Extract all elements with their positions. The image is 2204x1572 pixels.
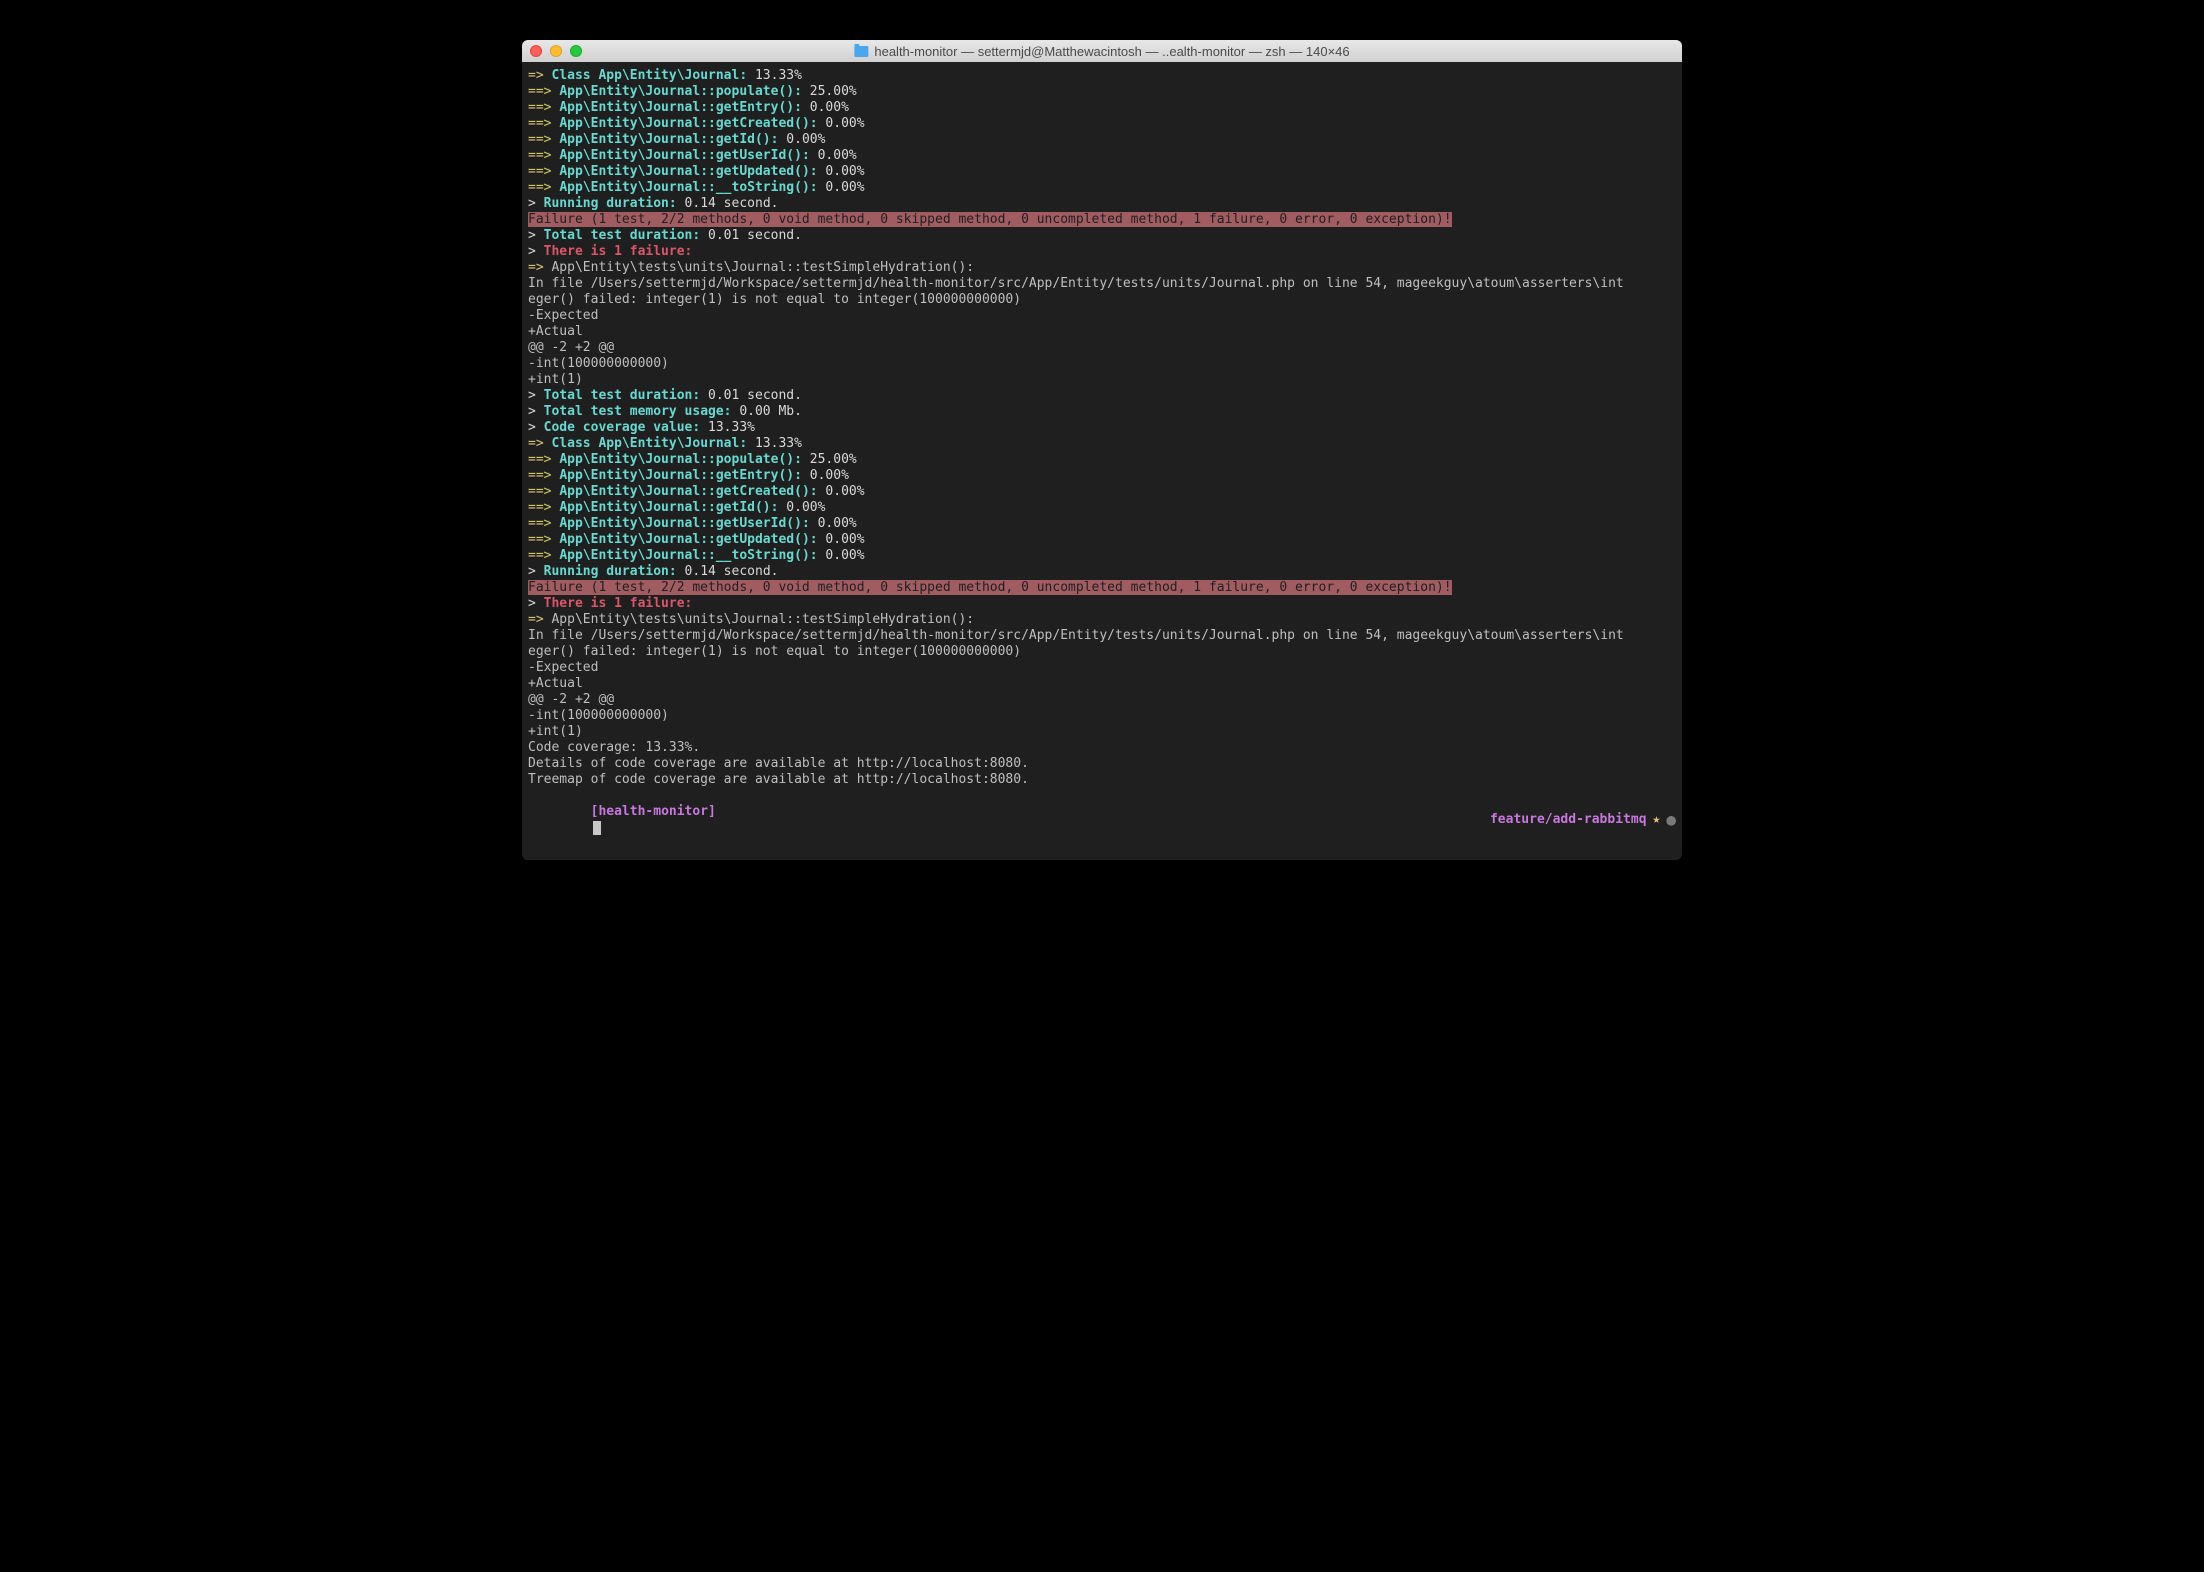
coverage-treemap-url: Treemap of code coverage are available a… bbox=[528, 772, 1676, 788]
coverage-method-line: ==> App\Entity\Journal::getEntry(): 0.00… bbox=[528, 100, 1676, 116]
window-title: health-monitor — settermjd@Matthewacinto… bbox=[854, 44, 1349, 59]
error-detail: eger() failed: integer(1) is not equal t… bbox=[528, 644, 1676, 660]
close-button[interactable] bbox=[530, 45, 542, 57]
diff-line: +Actual bbox=[528, 676, 1676, 692]
failure-summary-bar: Failure (1 test, 2/2 methods, 0 void met… bbox=[528, 580, 1676, 596]
diff-line: -int(100000000000) bbox=[528, 356, 1676, 372]
error-detail: In file /Users/settermjd/Workspace/sette… bbox=[528, 276, 1676, 292]
coverage-method-line: ==> App\Entity\Journal::getUserId(): 0.0… bbox=[528, 516, 1676, 532]
coverage-method-line: ==> App\Entity\Journal::getCreated(): 0.… bbox=[528, 484, 1676, 500]
git-branch: feature/add-rabbitmq bbox=[1490, 812, 1647, 828]
diff-line: +Actual bbox=[528, 324, 1676, 340]
coverage-summary: Code coverage: 13.33%. bbox=[528, 740, 1676, 756]
prompt-path: [health-monitor] bbox=[591, 804, 716, 819]
diff-line: @@ -2 +2 @@ bbox=[528, 340, 1676, 356]
total-memory-usage: > Total test memory usage: 0.00 Mb. bbox=[528, 404, 1676, 420]
error-detail: eger() failed: integer(1) is not equal t… bbox=[528, 292, 1676, 308]
diff-line: +int(1) bbox=[528, 724, 1676, 740]
coverage-method-line: ==> App\Entity\Journal::__toString(): 0.… bbox=[528, 548, 1676, 564]
coverage-method-line: ==> App\Entity\Journal::getId(): 0.00% bbox=[528, 132, 1676, 148]
diff-line: +int(1) bbox=[528, 372, 1676, 388]
coverage-method-line: ==> App\Entity\Journal::getUpdated(): 0.… bbox=[528, 164, 1676, 180]
failing-test: => App\Entity\tests\units\Journal::testS… bbox=[528, 612, 1676, 628]
total-test-duration: > Total test duration: 0.01 second. bbox=[528, 388, 1676, 404]
failure-count: > There is 1 failure: bbox=[528, 596, 1676, 612]
star-icon: ★ bbox=[1653, 812, 1661, 828]
coverage-method-line: ==> App\Entity\Journal::populate(): 25.0… bbox=[528, 84, 1676, 100]
coverage-details-url: Details of code coverage are available a… bbox=[528, 756, 1676, 772]
failing-test: => App\Entity\tests\units\Journal::testS… bbox=[528, 260, 1676, 276]
diff-line: -Expected bbox=[528, 308, 1676, 324]
shell-prompt[interactable]: [health-monitor] feature/add-rabbitmq ★ … bbox=[528, 788, 1676, 852]
total-test-duration: > Total test duration: 0.01 second. bbox=[528, 228, 1676, 244]
coverage-method-line: ==> App\Entity\Journal::getUserId(): 0.0… bbox=[528, 148, 1676, 164]
coverage-method-line: ==> App\Entity\Journal::getEntry(): 0.00… bbox=[528, 468, 1676, 484]
coverage-method-line: ==> App\Entity\Journal::getId(): 0.00% bbox=[528, 500, 1676, 516]
terminal-window: health-monitor — settermjd@Matthewacinto… bbox=[522, 40, 1682, 860]
failure-summary-bar: Failure (1 test, 2/2 methods, 0 void met… bbox=[528, 212, 1676, 228]
traffic-lights bbox=[530, 45, 582, 57]
error-detail: In file /Users/settermjd/Workspace/sette… bbox=[528, 628, 1676, 644]
cursor-icon bbox=[593, 821, 601, 835]
titlebar[interactable]: health-monitor — settermjd@Matthewacinto… bbox=[522, 40, 1682, 62]
coverage-class-line: => Class App\Entity\Journal: 13.33% bbox=[528, 436, 1676, 452]
coverage-class-line: => Class App\Entity\Journal: 13.33% bbox=[528, 68, 1676, 84]
window-title-text: health-monitor — settermjd@Matthewacinto… bbox=[874, 44, 1349, 59]
running-duration: > Running duration: 0.14 second. bbox=[528, 196, 1676, 212]
minimize-button[interactable] bbox=[550, 45, 562, 57]
folder-icon bbox=[854, 46, 868, 57]
diff-line: -int(100000000000) bbox=[528, 708, 1676, 724]
diff-line: -Expected bbox=[528, 660, 1676, 676]
coverage-method-line: ==> App\Entity\Journal::getUpdated(): 0.… bbox=[528, 532, 1676, 548]
diff-line: @@ -2 +2 @@ bbox=[528, 692, 1676, 708]
failure-count: > There is 1 failure: bbox=[528, 244, 1676, 260]
coverage-method-line: ==> App\Entity\Journal::__toString(): 0.… bbox=[528, 180, 1676, 196]
coverage-method-line: ==> App\Entity\Journal::populate(): 25.0… bbox=[528, 452, 1676, 468]
coverage-value: > Code coverage value: 13.33% bbox=[528, 420, 1676, 436]
running-duration: > Running duration: 0.14 second. bbox=[528, 564, 1676, 580]
maximize-button[interactable] bbox=[570, 45, 582, 57]
coverage-method-line: ==> App\Entity\Journal::getCreated(): 0.… bbox=[528, 116, 1676, 132]
dot-icon: ● bbox=[1666, 814, 1676, 826]
git-status: feature/add-rabbitmq ★ ● bbox=[1490, 812, 1676, 828]
terminal-content[interactable]: => Class App\Entity\Journal: 13.33% ==> … bbox=[522, 62, 1682, 860]
